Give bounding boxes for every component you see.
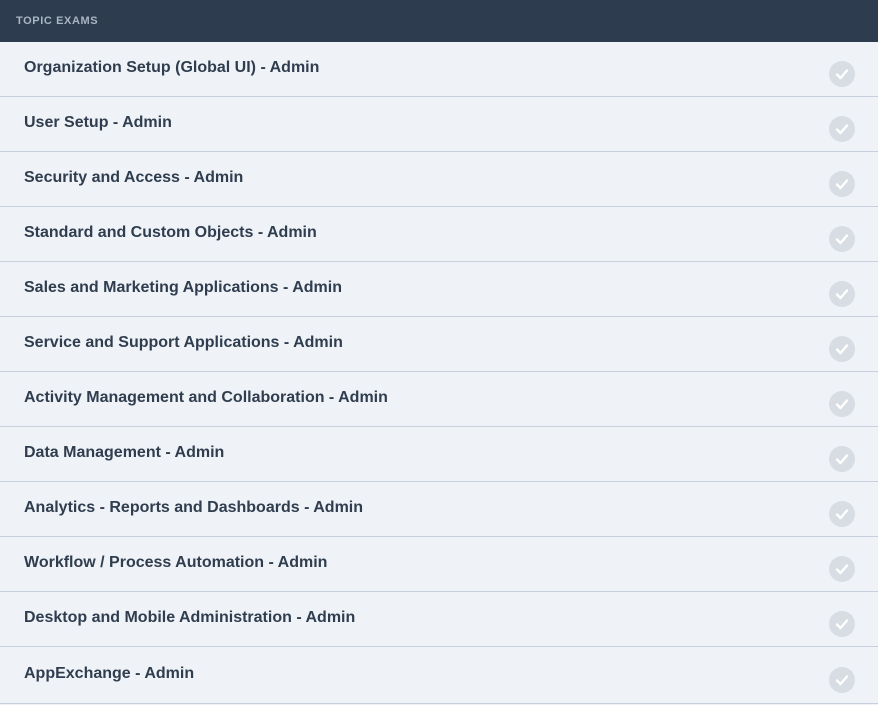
exam-label: Organization Setup (Global UI) - Admin: [24, 58, 320, 76]
check-circle-icon: [829, 667, 855, 693]
check-circle-icon: [829, 281, 855, 307]
exam-item[interactable]: Analytics - Reports and Dashboards - Adm…: [0, 482, 878, 537]
check-circle-icon: [829, 446, 855, 472]
check-circle-icon: [829, 336, 855, 362]
exam-label: Activity Management and Collaboration - …: [24, 388, 388, 406]
check-circle-icon: [829, 501, 855, 527]
exam-label: AppExchange - Admin: [24, 664, 195, 682]
exam-item[interactable]: Desktop and Mobile Administration - Admi…: [0, 592, 878, 647]
exam-label: Service and Support Applications - Admin: [24, 333, 343, 351]
exam-label: Security and Access - Admin: [24, 168, 244, 186]
exam-item[interactable]: Sales and Marketing Applications - Admin: [0, 262, 878, 317]
exam-item[interactable]: Activity Management and Collaboration - …: [0, 372, 878, 427]
exam-item[interactable]: Workflow / Process Automation - Admin: [0, 537, 878, 592]
topic-exams-panel: TOPIC EXAMS Organization Setup (Global U…: [0, 0, 878, 705]
panel-header: TOPIC EXAMS: [0, 0, 878, 42]
exam-item[interactable]: Data Management - Admin: [0, 427, 878, 482]
check-circle-icon: [829, 611, 855, 637]
exam-label: Workflow / Process Automation - Admin: [24, 553, 328, 571]
check-circle-icon: [829, 61, 855, 87]
exam-item[interactable]: User Setup - Admin: [0, 97, 878, 152]
exam-label: Sales and Marketing Applications - Admin: [24, 278, 342, 296]
exam-label: Analytics - Reports and Dashboards - Adm…: [24, 498, 364, 516]
exam-label: Standard and Custom Objects - Admin: [24, 223, 317, 241]
check-circle-icon: [829, 556, 855, 582]
check-circle-icon: [829, 116, 855, 142]
check-circle-icon: [829, 391, 855, 417]
check-circle-icon: [829, 226, 855, 252]
exam-item[interactable]: Organization Setup (Global UI) - Admin: [0, 42, 878, 97]
exam-label: Desktop and Mobile Administration - Admi…: [24, 608, 356, 626]
exam-label: Data Management - Admin: [24, 443, 225, 461]
check-circle-icon: [829, 171, 855, 197]
exam-list: Organization Setup (Global UI) - Admin U…: [0, 42, 878, 704]
exam-item[interactable]: Security and Access - Admin: [0, 152, 878, 207]
exam-label: User Setup - Admin: [24, 113, 172, 131]
exam-item[interactable]: AppExchange - Admin: [0, 647, 878, 704]
exam-item[interactable]: Service and Support Applications - Admin: [0, 317, 878, 372]
exam-item[interactable]: Standard and Custom Objects - Admin: [0, 207, 878, 262]
panel-title: TOPIC EXAMS: [16, 15, 99, 27]
